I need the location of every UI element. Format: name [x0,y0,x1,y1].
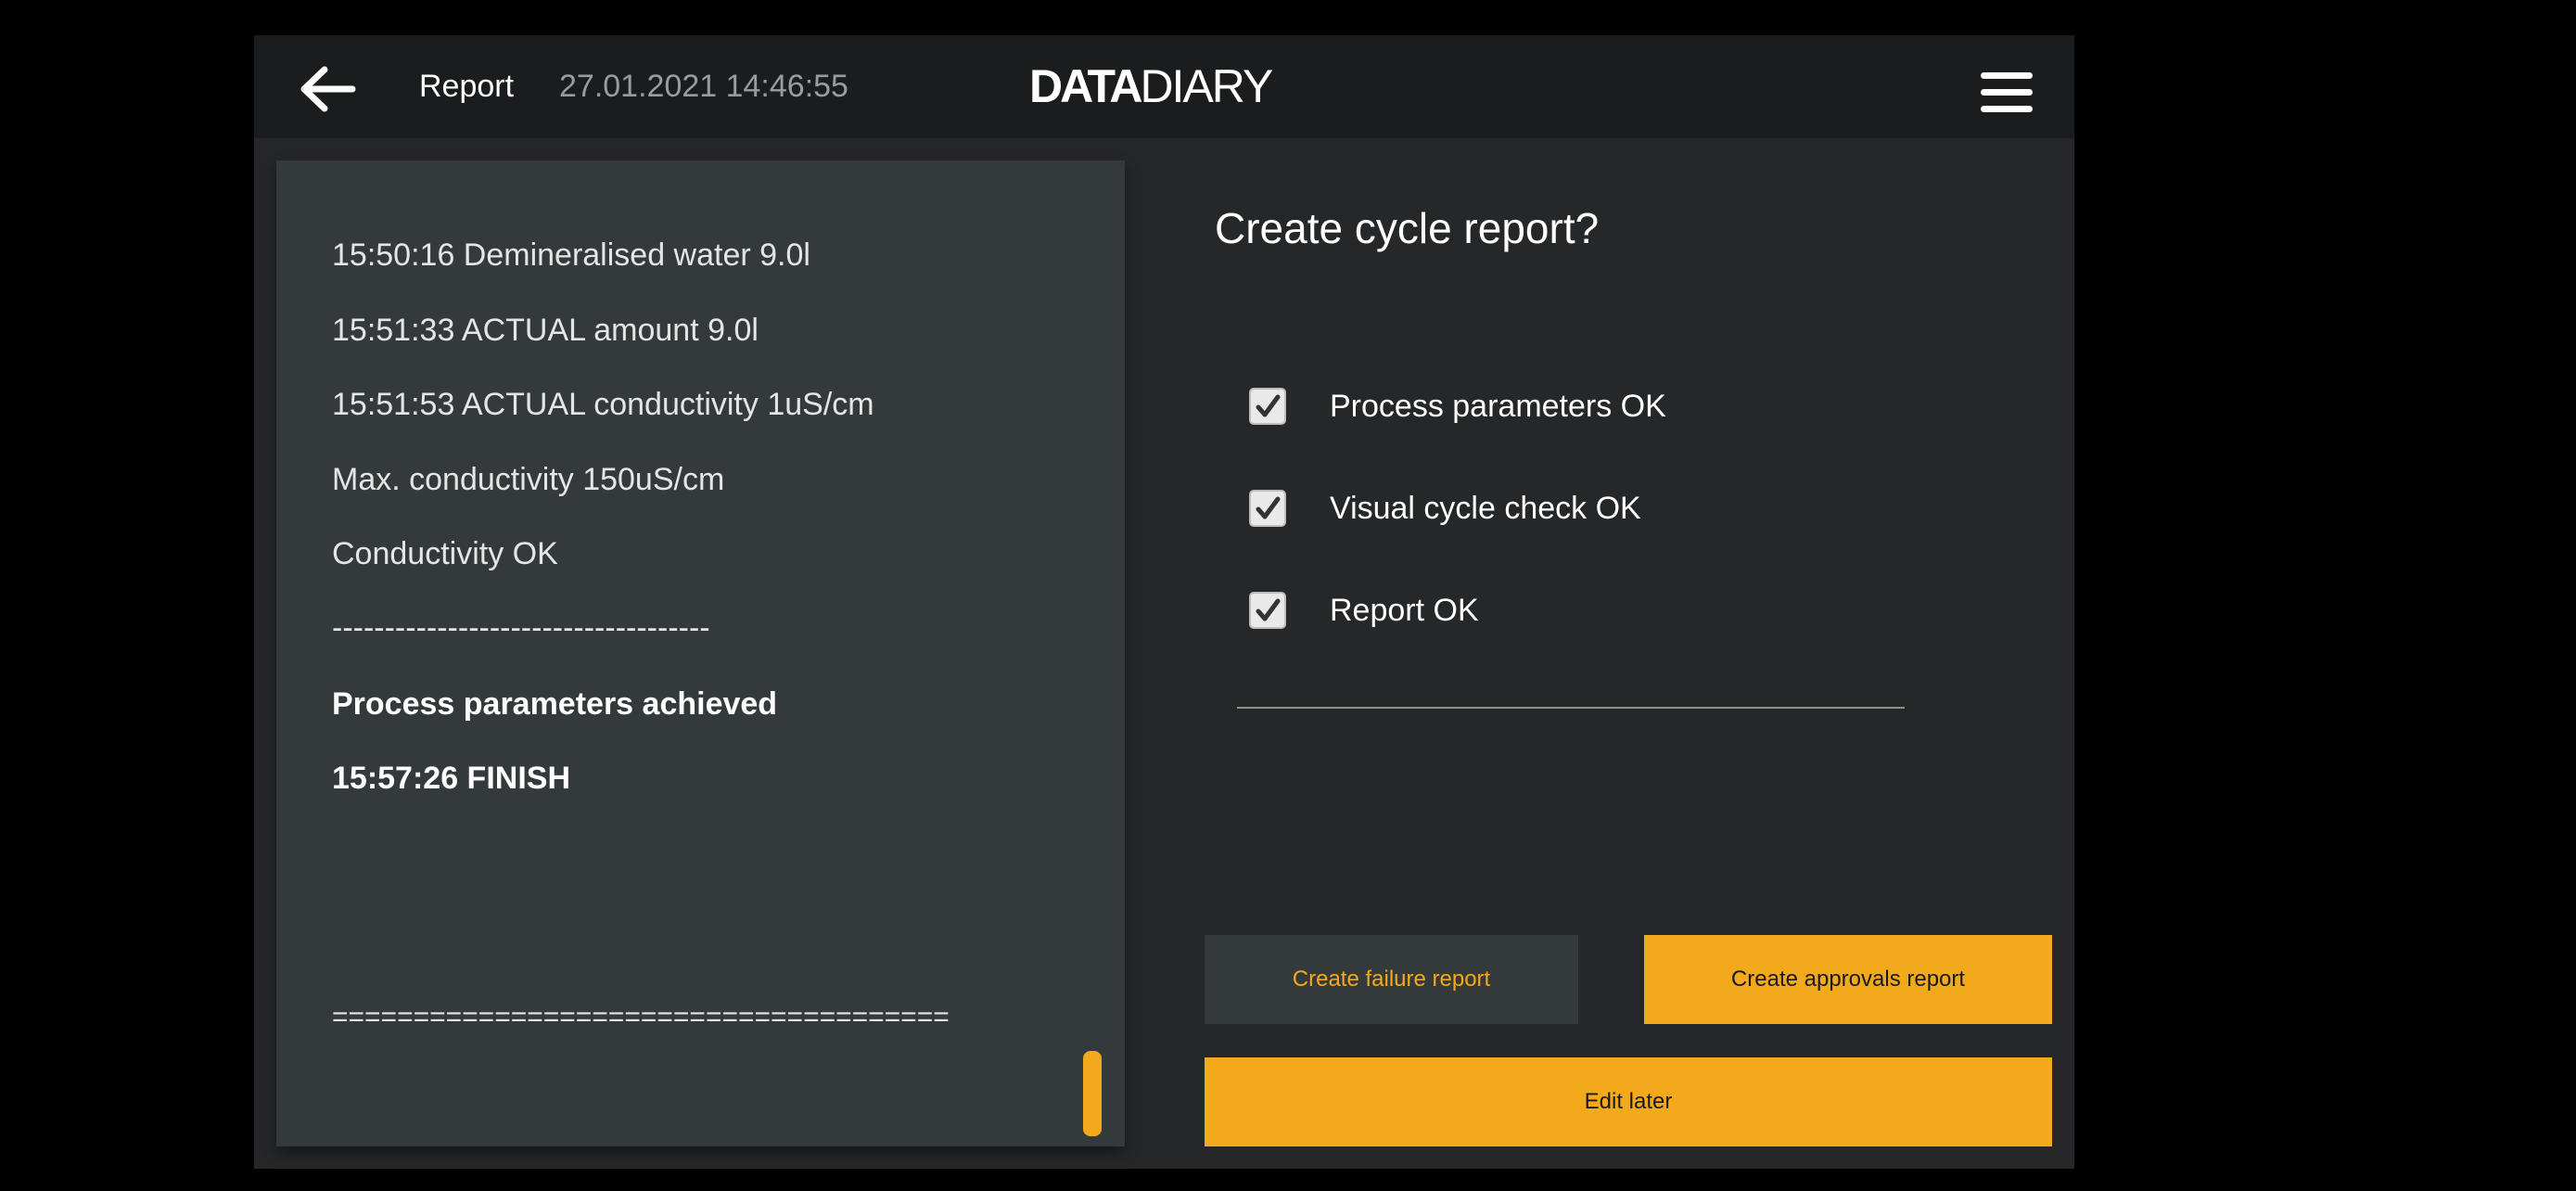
logo-bold-text: DATA [1029,60,1142,112]
arrow-left-icon [300,66,356,112]
checkmark-icon [1256,598,1281,621]
checkmark-icon [1256,394,1281,417]
create-approvals-report-button[interactable]: Create approvals report [1644,935,2052,1024]
report-separator: ====================================== [332,1002,950,1032]
check-report[interactable]: Report OK [1249,584,1805,640]
report-line: 15:50:16 Demineralised water 9.0l [332,237,810,273]
scrollbar-thumb[interactable] [1083,1051,1102,1136]
check-label: Report OK [1330,593,1479,628]
report-line: Process parameters achieved [332,686,778,722]
checkbox[interactable] [1249,592,1286,629]
top-bar: Report 27.01.2021 14:46:55 DATADIARY [254,35,2074,138]
back-button[interactable] [295,61,360,117]
report-line: 15:57:26 FINISH [332,761,570,796]
report-log-panel[interactable]: 15:50:16 Demineralised water 9.0l 15:51:… [276,160,1125,1146]
divider [1237,707,1905,709]
report-datetime: 27.01.2021 14:46:55 [559,69,848,104]
checkbox[interactable] [1249,388,1286,425]
report-line: 15:51:33 ACTUAL amount 9.0l [332,313,759,348]
check-label: Visual cycle check OK [1330,491,1641,526]
report-line: Conductivity OK [332,536,558,571]
logo-light-text: DIARY [1140,60,1273,112]
create-failure-report-button[interactable]: Create failure report [1205,935,1578,1024]
report-line: Max. conductivity 150uS/cm [332,462,725,497]
check-label: Process parameters OK [1330,389,1666,424]
checkbox[interactable] [1249,490,1286,527]
datadiary-logo: DATADIARY [1029,60,1273,112]
check-visual-cycle[interactable]: Visual cycle check OK [1249,482,1805,538]
dialog-question: Create cycle report? [1215,204,1600,252]
page-title: Report [419,69,515,104]
report-line: 15:51:53 ACTUAL conductivity 1uS/cm [332,387,874,422]
edit-later-button[interactable]: Edit later [1205,1057,2052,1146]
checkmark-icon [1256,496,1281,519]
app-window: Report 27.01.2021 14:46:55 DATADIARY 15:… [254,35,2074,1169]
report-separator: ------------------------------------ [332,610,710,646]
menu-button[interactable] [1979,72,2034,113]
check-process-parameters[interactable]: Process parameters OK [1249,380,1805,436]
